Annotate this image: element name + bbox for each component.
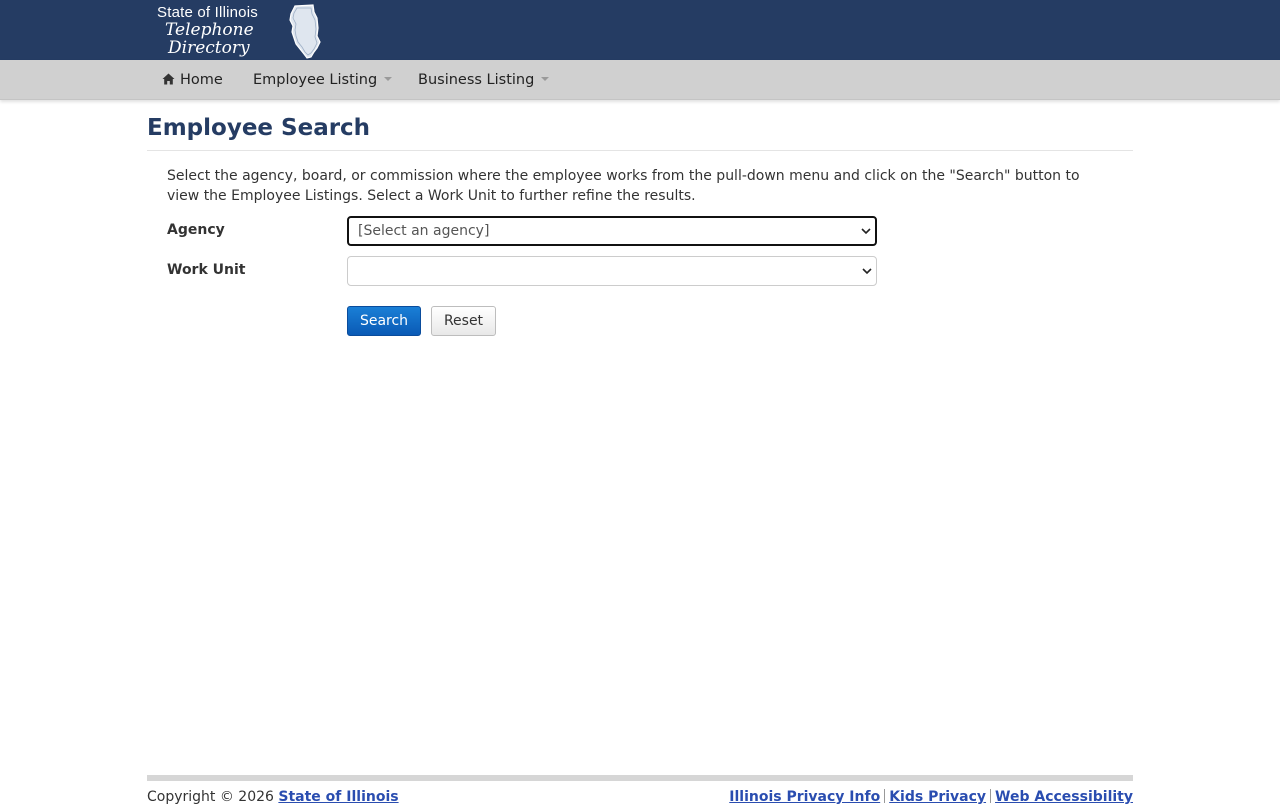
nav-business-listing[interactable]: Business Listing — [418, 60, 550, 100]
search-button[interactable]: Search — [347, 306, 421, 336]
agency-select-value: [Select an agency] — [358, 223, 490, 239]
copyright-text: Copyright © 2026 — [147, 789, 279, 805]
nav-home[interactable]: Home — [162, 60, 223, 100]
footer-divider — [147, 775, 1133, 781]
chevron-down-icon — [862, 268, 872, 275]
caret-down-icon — [541, 77, 550, 81]
footer-links: Illinois Privacy Info Kids Privacy Web Acc… — [729, 789, 1133, 805]
logo-line-directory: Directory — [168, 38, 250, 58]
site-header: State of Illinois Telephone Directory — [0, 0, 1280, 60]
title-divider — [147, 150, 1133, 151]
nav-employee-listing-label: Employee Listing — [253, 72, 378, 88]
nav-home-label: Home — [180, 72, 223, 88]
logo-line-telephone: Telephone — [165, 20, 254, 40]
illinois-map-icon — [289, 4, 321, 59]
agency-label: Agency — [167, 222, 225, 238]
link-separator — [884, 789, 886, 803]
agency-select[interactable]: [Select an agency] — [347, 216, 877, 246]
page-title: Employee Search — [147, 115, 371, 141]
work-unit-select[interactable] — [347, 256, 877, 286]
work-unit-label: Work Unit — [167, 262, 246, 278]
kids-privacy-link[interactable]: Kids Privacy — [889, 789, 986, 805]
nav-business-listing-label: Business Listing — [418, 72, 535, 88]
web-accessibility-link[interactable]: Web Accessibility — [995, 789, 1133, 805]
privacy-info-link[interactable]: Illinois Privacy Info — [729, 789, 880, 805]
home-icon — [162, 73, 175, 85]
chevron-down-icon — [861, 228, 871, 235]
caret-down-icon — [384, 77, 393, 81]
intro-text: Select the agency, board, or commission … — [167, 168, 1080, 204]
site-logo[interactable]: State of Illinois Telephone Directory — [155, 2, 325, 59]
nav-employee-listing[interactable]: Employee Listing — [253, 60, 393, 100]
logo-line-state: State of Illinois — [157, 4, 258, 21]
footer-copyright: Copyright © 2026 State of Illinois — [147, 789, 399, 805]
main-navbar: Home Employee Listing Business Listing — [0, 60, 1280, 100]
reset-button[interactable]: Reset — [431, 306, 496, 336]
state-of-illinois-link[interactable]: State of Illinois — [278, 789, 398, 805]
link-separator — [990, 789, 992, 803]
